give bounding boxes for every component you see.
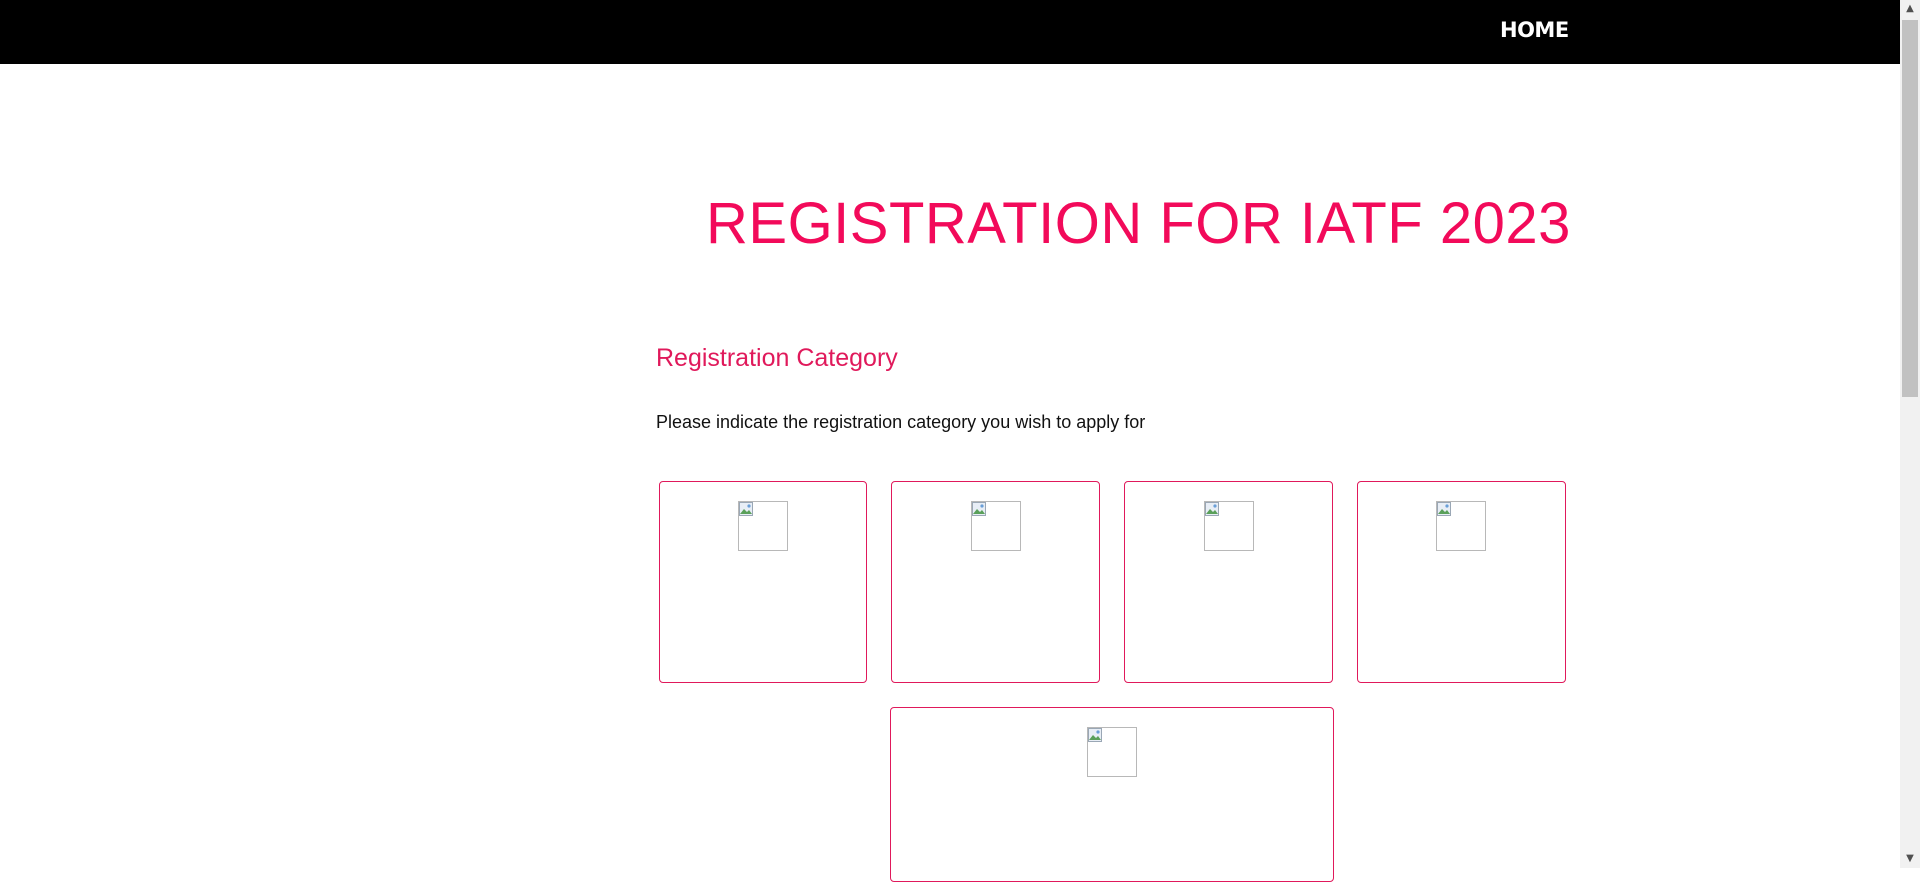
broken-image-icon bbox=[738, 501, 788, 551]
page-title: REGISTRATION FOR IATF 2023 bbox=[706, 191, 1571, 256]
nav-home-link[interactable]: HOME bbox=[1500, 18, 1569, 42]
category-card-1[interactable] bbox=[659, 481, 867, 683]
broken-image-icon bbox=[1087, 727, 1137, 777]
category-card-3[interactable] bbox=[1124, 481, 1333, 683]
vertical-scrollbar[interactable]: ▲ ▼ bbox=[1900, 0, 1920, 868]
scroll-down-arrow[interactable]: ▼ bbox=[1900, 850, 1920, 868]
section-heading: Registration Category bbox=[656, 344, 898, 372]
category-card-5[interactable] bbox=[890, 707, 1334, 882]
top-navigation-bar: HOME bbox=[0, 0, 1900, 64]
instruction-text: Please indicate the registration categor… bbox=[656, 412, 1146, 432]
scroll-thumb[interactable] bbox=[1902, 20, 1918, 397]
category-card-2[interactable] bbox=[891, 481, 1100, 683]
category-card-4[interactable] bbox=[1357, 481, 1566, 683]
broken-image-icon bbox=[1204, 501, 1254, 551]
scroll-up-arrow[interactable]: ▲ bbox=[1900, 0, 1920, 18]
broken-image-icon bbox=[971, 501, 1021, 551]
broken-image-icon bbox=[1436, 501, 1486, 551]
